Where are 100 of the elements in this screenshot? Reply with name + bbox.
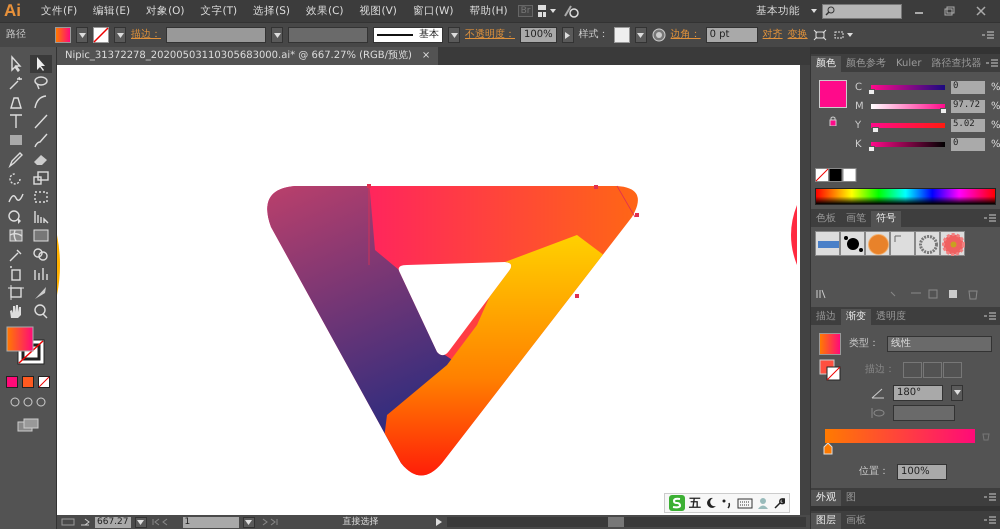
caret-icon[interactable] — [116, 32, 124, 38]
zoom-field[interactable]: 667.27 — [95, 516, 130, 528]
artboard-dropdown[interactable] — [242, 516, 254, 528]
slider-thumb[interactable] — [940, 108, 948, 114]
draw-modes-icon[interactable] — [8, 396, 48, 408]
panel-tab[interactable]: 渐变 — [841, 308, 871, 325]
select-similar-icon[interactable] — [832, 29, 854, 41]
panel-menu-icon[interactable] — [984, 515, 996, 525]
menu-item[interactable]: 选择(S) — [247, 4, 296, 18]
panel-menu-icon[interactable] — [984, 492, 996, 502]
vertical-scrollbar[interactable] — [800, 65, 810, 515]
sync-icon[interactable] — [563, 4, 580, 18]
corner-field[interactable]: 0 pt — [706, 27, 758, 43]
panel-tab[interactable]: 路径查找器 — [926, 56, 986, 72]
keyboard-icon[interactable] — [737, 497, 753, 509]
screen-mode-icon[interactable] — [16, 416, 40, 433]
stroke-weight-field[interactable] — [166, 27, 266, 43]
gradient-ramp[interactable] — [825, 428, 975, 443]
stroke-none-swatch[interactable] — [93, 27, 109, 43]
caret-icon[interactable] — [810, 7, 818, 15]
artboard-icon[interactable] — [6, 283, 26, 301]
caret-icon[interactable] — [450, 32, 458, 38]
out-of-gamut-icon[interactable] — [829, 116, 837, 126]
menu-item[interactable]: 帮助(H) — [464, 4, 514, 18]
caret-icon[interactable] — [245, 518, 252, 526]
moon-icon[interactable] — [705, 497, 717, 509]
wrench-icon[interactable] — [773, 497, 785, 509]
menu-item[interactable]: 文件(F) — [35, 4, 84, 18]
panel-tab[interactable]: 图 — [841, 490, 861, 506]
fill-swatch[interactable] — [55, 27, 71, 43]
menu-item[interactable]: 对象(O) — [140, 4, 191, 18]
horizontal-scrollbar[interactable] — [446, 517, 806, 527]
aspect-ratio-field[interactable] — [893, 404, 955, 421]
menu-item[interactable]: 文字(T) — [194, 4, 244, 18]
panel-tab[interactable]: 色板 — [811, 210, 841, 227]
flower-icon[interactable] — [941, 232, 966, 257]
color-spectrum[interactable] — [815, 188, 996, 205]
channel-value-field[interactable]: 0 — [951, 138, 985, 152]
caret-icon[interactable] — [637, 32, 644, 38]
opacity-link[interactable]: 不透明度： — [465, 29, 515, 41]
artboard-nav-icon[interactable] — [61, 517, 75, 527]
current-color-swatch[interactable] — [819, 80, 847, 108]
corner-link[interactable]: 边角： — [670, 29, 701, 41]
share-icon[interactable] — [79, 517, 91, 527]
panel-tab[interactable]: 外观 — [811, 490, 841, 506]
panel-tab[interactable]: 颜色 — [811, 56, 841, 72]
channel-value-field[interactable]: 0 — [951, 81, 985, 94]
panel-tab[interactable]: 图层 — [811, 513, 841, 529]
panel-tab[interactable]: 画笔 — [841, 210, 871, 227]
artboard-field[interactable]: 1 — [182, 516, 238, 528]
panel-tab[interactable]: Kuler — [891, 56, 926, 72]
sogou-logo-icon[interactable] — [669, 495, 685, 511]
search-field[interactable] — [822, 4, 902, 18]
panel-tab[interactable]: 透明度 — [871, 308, 911, 325]
menu-item[interactable]: 效果(C) — [300, 4, 350, 18]
slider-thumb[interactable] — [868, 146, 875, 152]
slider-thumb[interactable] — [872, 127, 879, 134]
brush-dropdown[interactable] — [448, 27, 460, 43]
panel-tab[interactable]: 描边 — [811, 308, 841, 325]
gradient-type-dropdown[interactable]: 线性 — [887, 336, 992, 352]
angle-dropdown[interactable] — [951, 384, 963, 401]
angle-field[interactable]: 180° — [893, 384, 943, 401]
color-mode-swatch[interactable] — [6, 376, 18, 388]
slider-thumb[interactable] — [868, 89, 875, 96]
zoom-dropdown[interactable] — [134, 516, 146, 528]
channel-value-field[interactable]: 5.02 — [951, 119, 985, 132]
isolate-icon[interactable] — [812, 29, 827, 41]
menu-item[interactable]: 视图(V) — [354, 4, 403, 18]
panel-menu-icon[interactable] — [986, 58, 998, 68]
panel-menu-icon[interactable] — [984, 212, 996, 223]
stroke-weight-link[interactable]: 描边： — [131, 29, 161, 41]
position-field[interactable]: 100% — [897, 464, 947, 480]
gradient-mode-swatch[interactable] — [22, 376, 34, 388]
status-menu-icon[interactable] — [434, 517, 442, 527]
workspace-switcher[interactable]: 基本功能 — [750, 4, 806, 18]
variable-width-field[interactable] — [288, 27, 368, 43]
menu-item[interactable]: 编辑(E) — [87, 4, 136, 18]
caret-icon[interactable] — [137, 518, 144, 526]
none-mode-swatch[interactable] — [38, 376, 50, 388]
panel-tab[interactable]: 符号 — [871, 210, 901, 227]
panel-tab[interactable]: 画板 — [841, 513, 871, 529]
arrow-right-icon[interactable] — [564, 32, 572, 38]
transform-link[interactable]: 变换 — [788, 29, 808, 41]
graphic-style-swatch[interactable] — [614, 27, 630, 43]
panel-tab[interactable]: 颜色参考 — [841, 56, 891, 72]
stroke-dropdown[interactable] — [114, 27, 126, 43]
recolor-icon[interactable] — [652, 28, 666, 42]
channel-value-field[interactable]: 97.72 — [951, 100, 985, 114]
panel-menu-icon[interactable] — [982, 30, 994, 40]
input-mode-label[interactable]: 五 — [689, 496, 701, 510]
stroke-weight-dropdown[interactable] — [271, 27, 283, 43]
caret-icon[interactable] — [78, 32, 86, 38]
quick-swatches[interactable] — [815, 168, 857, 182]
gradient-stop-icon[interactable] — [823, 442, 833, 455]
pencil-icon[interactable] — [6, 150, 26, 168]
caret-icon[interactable] — [954, 389, 960, 396]
style-dropdown[interactable] — [634, 27, 647, 43]
gradient-preview-swatch[interactable] — [819, 332, 841, 355]
document-tab[interactable]: Nipic_31372278_20200503110305683000.ai* @ 667.27% (RGB/预览) × — [57, 47, 438, 65]
align-link[interactable]: 对齐 — [762, 29, 783, 41]
